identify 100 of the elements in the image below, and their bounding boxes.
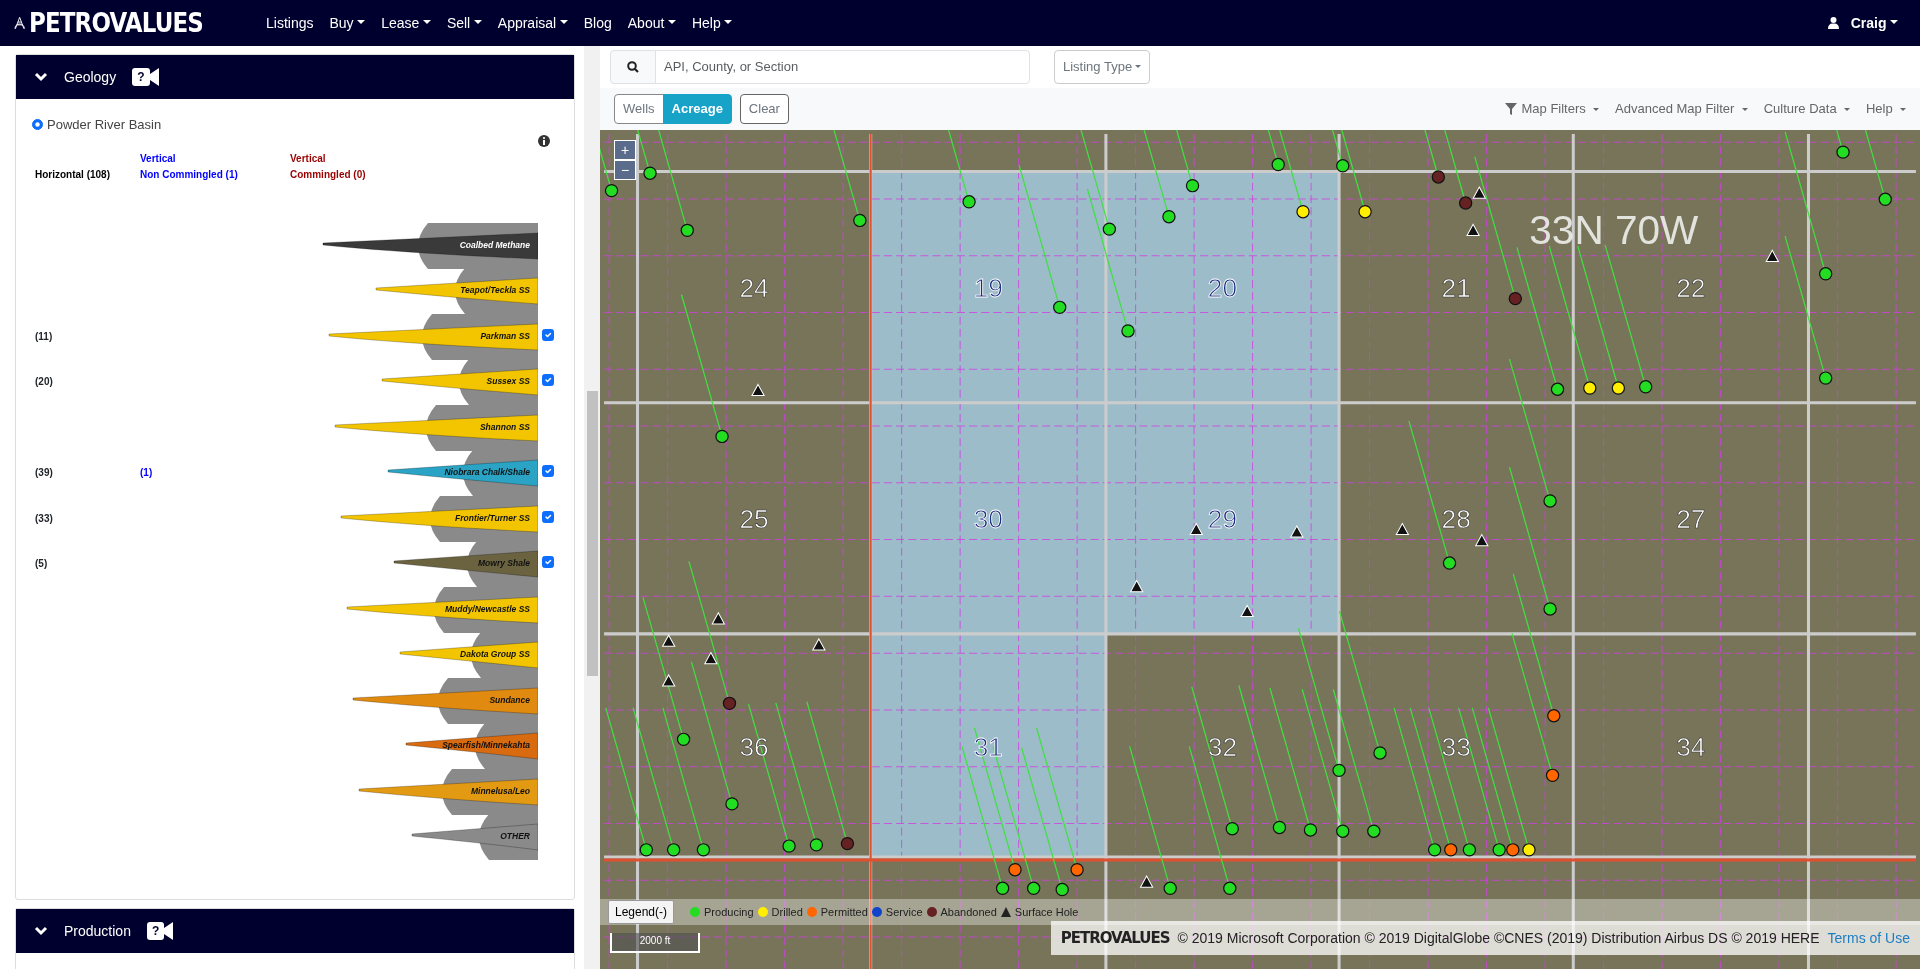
well-marker[interactable]	[1271, 157, 1285, 172]
well-marker[interactable]	[1550, 382, 1565, 396]
map-menu-dropdown[interactable]: Advanced Map Filter	[1615, 99, 1748, 119]
nav-menu-link[interactable]: Lease	[373, 6, 439, 40]
geology-header[interactable]: Geology ?	[16, 55, 574, 99]
production-header[interactable]: Production ?	[16, 909, 574, 953]
well-marker[interactable]	[782, 839, 796, 853]
well-marker[interactable]	[840, 836, 855, 851]
well-marker[interactable]	[1462, 843, 1477, 857]
surface-hole-icon[interactable]	[1466, 223, 1481, 236]
formation-checkbox[interactable]	[542, 374, 554, 387]
well-marker[interactable]	[1332, 763, 1346, 778]
well-marker[interactable]	[1508, 291, 1522, 306]
well-marker[interactable]	[1545, 768, 1560, 783]
basin-radio[interactable]	[32, 119, 43, 131]
surface-hole-icon[interactable]	[661, 634, 676, 647]
well-marker[interactable]	[604, 183, 619, 198]
well-marker[interactable]	[809, 838, 824, 852]
surface-hole-icon[interactable]	[1289, 524, 1304, 538]
user-menu[interactable]: Craig	[1842, 6, 1906, 40]
well-marker[interactable]	[1008, 863, 1022, 877]
formation-checkbox[interactable]	[542, 328, 554, 341]
help-badge[interactable]: ?	[132, 68, 150, 86]
nav-menu-link[interactable]: Help	[683, 6, 741, 40]
well-marker[interactable]	[1185, 178, 1200, 193]
well-marker[interactable]	[1522, 843, 1536, 857]
well-marker[interactable]	[1638, 380, 1653, 394]
well-marker[interactable]	[1055, 882, 1069, 897]
surface-hole-icon[interactable]	[703, 651, 718, 665]
surface-hole-icon[interactable]	[1139, 874, 1154, 888]
surface-hole-icon[interactable]	[1240, 604, 1255, 618]
formation-checkbox[interactable]	[542, 556, 554, 569]
brand-logo[interactable]: PETROVALUES	[29, 2, 204, 44]
well-marker[interactable]	[696, 843, 711, 857]
surface-hole-icon[interactable]	[1765, 249, 1780, 262]
well-marker[interactable]	[666, 843, 681, 857]
surface-hole-icon[interactable]	[1129, 579, 1144, 593]
help-badge[interactable]: ?	[146, 922, 165, 940]
map-menu-dropdown[interactable]: Help	[1865, 99, 1906, 119]
well-marker[interactable]	[995, 881, 1010, 895]
well-marker[interactable]	[962, 195, 976, 209]
well-marker[interactable]	[1543, 602, 1557, 616]
clear-button[interactable]: Clear	[739, 94, 789, 124]
surface-hole-icon[interactable]	[1189, 522, 1204, 536]
nav-menu-link[interactable]: Appraisal	[489, 6, 576, 40]
well-marker[interactable]	[643, 166, 657, 180]
nav-menu-link[interactable]: Listings	[258, 6, 322, 40]
well-marker[interactable]	[1358, 205, 1372, 219]
legend-toggle-button[interactable]: Legend(-)	[608, 900, 675, 924]
well-marker[interactable]	[1583, 381, 1597, 395]
well-marker[interactable]	[1102, 222, 1117, 236]
video-camera-icon[interactable]	[164, 922, 174, 940]
well-marker[interactable]	[1367, 824, 1381, 838]
well-marker[interactable]	[1296, 205, 1310, 219]
well-marker[interactable]	[1431, 170, 1446, 184]
well-marker[interactable]	[1336, 824, 1350, 838]
surface-hole-icon[interactable]	[751, 383, 765, 397]
well-marker[interactable]	[722, 696, 737, 711]
surface-hole-icon[interactable]	[1395, 522, 1410, 536]
well-marker[interactable]	[1336, 159, 1350, 173]
map-menu-dropdown[interactable]: Map Filters	[1505, 99, 1600, 119]
surface-hole-icon[interactable]	[711, 611, 726, 625]
well-marker[interactable]	[1162, 210, 1176, 224]
nav-menu-link[interactable]: Buy	[321, 6, 374, 40]
surface-hole-icon[interactable]	[661, 673, 676, 687]
well-marker[interactable]	[1543, 494, 1557, 508]
well-marker[interactable]	[1121, 324, 1135, 338]
well-marker[interactable]	[1373, 746, 1387, 760]
well-marker[interactable]	[1053, 300, 1067, 314]
well-marker[interactable]	[1878, 192, 1892, 206]
well-marker[interactable]	[639, 843, 653, 857]
well-marker[interactable]	[1303, 823, 1318, 837]
well-marker[interactable]	[1506, 843, 1520, 857]
well-marker[interactable]	[680, 223, 694, 238]
info-icon[interactable]	[538, 134, 550, 147]
well-marker[interactable]	[1547, 709, 1561, 723]
formation-checkbox[interactable]	[542, 465, 554, 478]
formation-checkbox[interactable]	[542, 510, 554, 523]
nav-menu-link[interactable]: Blog	[575, 6, 620, 40]
well-marker[interactable]	[853, 213, 867, 228]
video-camera-icon[interactable]	[149, 68, 159, 86]
well-marker[interactable]	[1163, 881, 1177, 895]
surface-hole-icon[interactable]	[811, 637, 826, 651]
well-marker[interactable]	[1444, 843, 1458, 857]
view-toggle-tab[interactable]: Wells	[614, 94, 664, 124]
zoom-in-button[interactable]: +	[614, 140, 636, 160]
well-marker[interactable]	[1818, 267, 1833, 281]
well-marker[interactable]	[1026, 881, 1041, 895]
well-marker[interactable]	[1427, 843, 1442, 857]
well-marker[interactable]	[1223, 881, 1237, 895]
well-marker[interactable]	[676, 732, 691, 747]
well-marker[interactable]	[1442, 556, 1457, 570]
well-marker[interactable]	[1836, 145, 1850, 159]
well-marker[interactable]	[1225, 822, 1239, 836]
listing-type-dropdown[interactable]: Listing Type	[1054, 50, 1151, 84]
surface-hole-icon[interactable]	[1472, 185, 1487, 199]
well-marker[interactable]	[715, 429, 729, 444]
well-marker[interactable]	[1458, 196, 1473, 210]
well-marker[interactable]	[1818, 371, 1833, 385]
scrollbar[interactable]	[584, 46, 600, 969]
